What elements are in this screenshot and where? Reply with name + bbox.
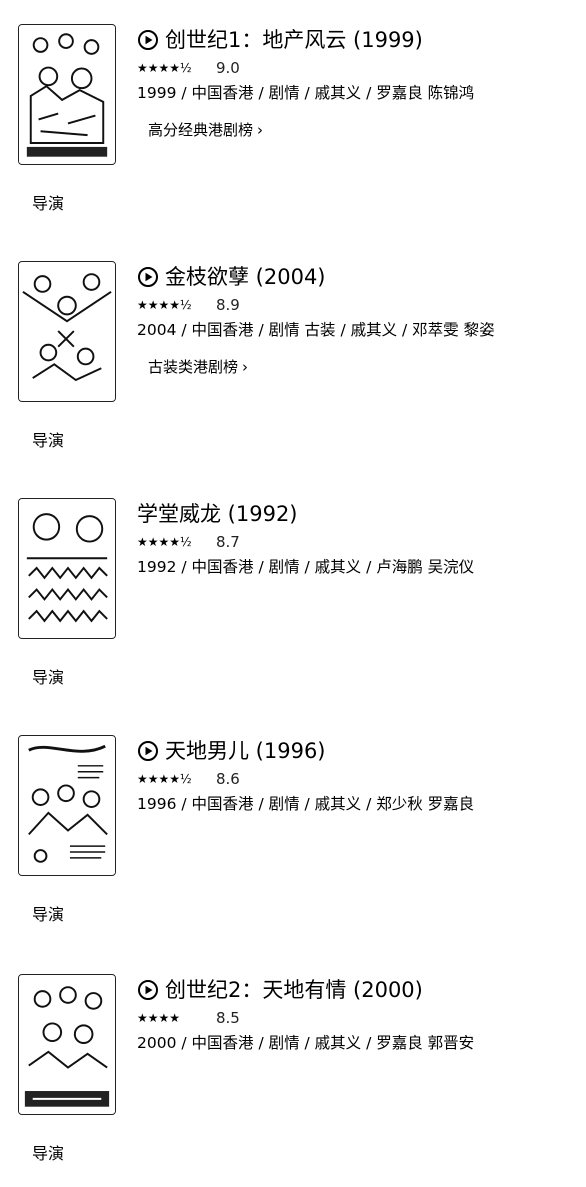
rating-stars: ★★★★½ (137, 61, 192, 75)
play-circle-icon[interactable] (137, 979, 159, 1001)
movie-poster[interactable] (18, 498, 116, 639)
rating-score: 8.7 (216, 533, 240, 551)
movie-poster[interactable] (18, 261, 116, 402)
movie-title[interactable]: 学堂威龙 (1992) (137, 498, 298, 530)
poster-image (19, 262, 115, 401)
rating-score: 8.9 (216, 296, 240, 314)
movie-title[interactable]: 天地男儿 (1996) (165, 735, 326, 767)
rank-list-link[interactable]: 古装类港剧榜 › (148, 354, 248, 380)
poster-image (19, 499, 115, 638)
chevron-right-icon: › (242, 358, 249, 376)
movie-title[interactable]: 创世纪1：地产风云 (1999) (165, 24, 423, 56)
movie-poster[interactable] (18, 24, 116, 165)
poster-image (19, 736, 115, 875)
poster-image (19, 25, 115, 164)
movie-meta: 2004 / 中国香港 / 剧情 古装 / 戚其义 / 邓萃雯 黎姿 (137, 321, 495, 339)
play-circle-icon[interactable] (137, 740, 159, 762)
rating-score: 8.5 (216, 1009, 240, 1027)
movie-poster[interactable] (18, 735, 116, 876)
director-link[interactable]: 导演 (32, 903, 64, 927)
poster-image (19, 975, 115, 1114)
director-link[interactable]: 导演 (32, 429, 64, 453)
rating-stars: ★★★★½ (137, 298, 192, 312)
rating-stars: ★★★★½ (137, 535, 192, 549)
rank-list-link[interactable]: 高分经典港剧榜 › (148, 117, 263, 143)
play-circle-icon[interactable] (137, 29, 159, 51)
rank-list-label: 高分经典港剧榜 (148, 121, 254, 139)
movie-meta: 1999 / 中国香港 / 剧情 / 戚其义 / 罗嘉良 陈锦鸿 (137, 84, 475, 102)
director-link[interactable]: 导演 (32, 192, 64, 216)
movie-item[interactable]: 创世纪2：天地有情 (2000) ★★★★ 8.5 2000 / 中国香港 / … (0, 950, 586, 1187)
movie-meta: 2000 / 中国香港 / 剧情 / 戚其义 / 罗嘉良 郭晋安 (137, 1034, 475, 1052)
rating-score: 8.6 (216, 770, 240, 788)
movie-meta: 1996 / 中国香港 / 剧情 / 戚其义 / 郑少秋 罗嘉良 (137, 795, 475, 813)
rating-stars: ★★★★½ (137, 772, 192, 786)
movie-item[interactable]: 学堂威龙 (1992) ★★★★½ 8.7 1992 / 中国香港 / 剧情 /… (0, 474, 586, 711)
movie-item[interactable]: 创世纪1：地产风云 (1999) ★★★★½ 9.0 1999 / 中国香港 /… (0, 0, 586, 237)
movie-item[interactable]: 天地男儿 (1996) ★★★★½ 8.6 1996 / 中国香港 / 剧情 /… (0, 711, 586, 948)
director-link[interactable]: 导演 (32, 1142, 64, 1166)
movie-title[interactable]: 金枝欲孽 (2004) (165, 261, 326, 293)
movie-poster[interactable] (18, 974, 116, 1115)
rating-stars: ★★★★ (137, 1011, 181, 1025)
movie-item[interactable]: 金枝欲孽 (2004) ★★★★½ 8.9 2004 / 中国香港 / 剧情 古… (0, 237, 586, 474)
rating-score: 9.0 (216, 59, 240, 77)
director-link[interactable]: 导演 (32, 666, 64, 690)
movie-meta: 1992 / 中国香港 / 剧情 / 戚其义 / 卢海鹏 吴浣仪 (137, 558, 475, 576)
play-circle-icon[interactable] (137, 266, 159, 288)
chevron-right-icon: › (257, 121, 264, 139)
rank-list-label: 古装类港剧榜 (148, 358, 239, 376)
movie-title[interactable]: 创世纪2：天地有情 (2000) (165, 974, 423, 1006)
